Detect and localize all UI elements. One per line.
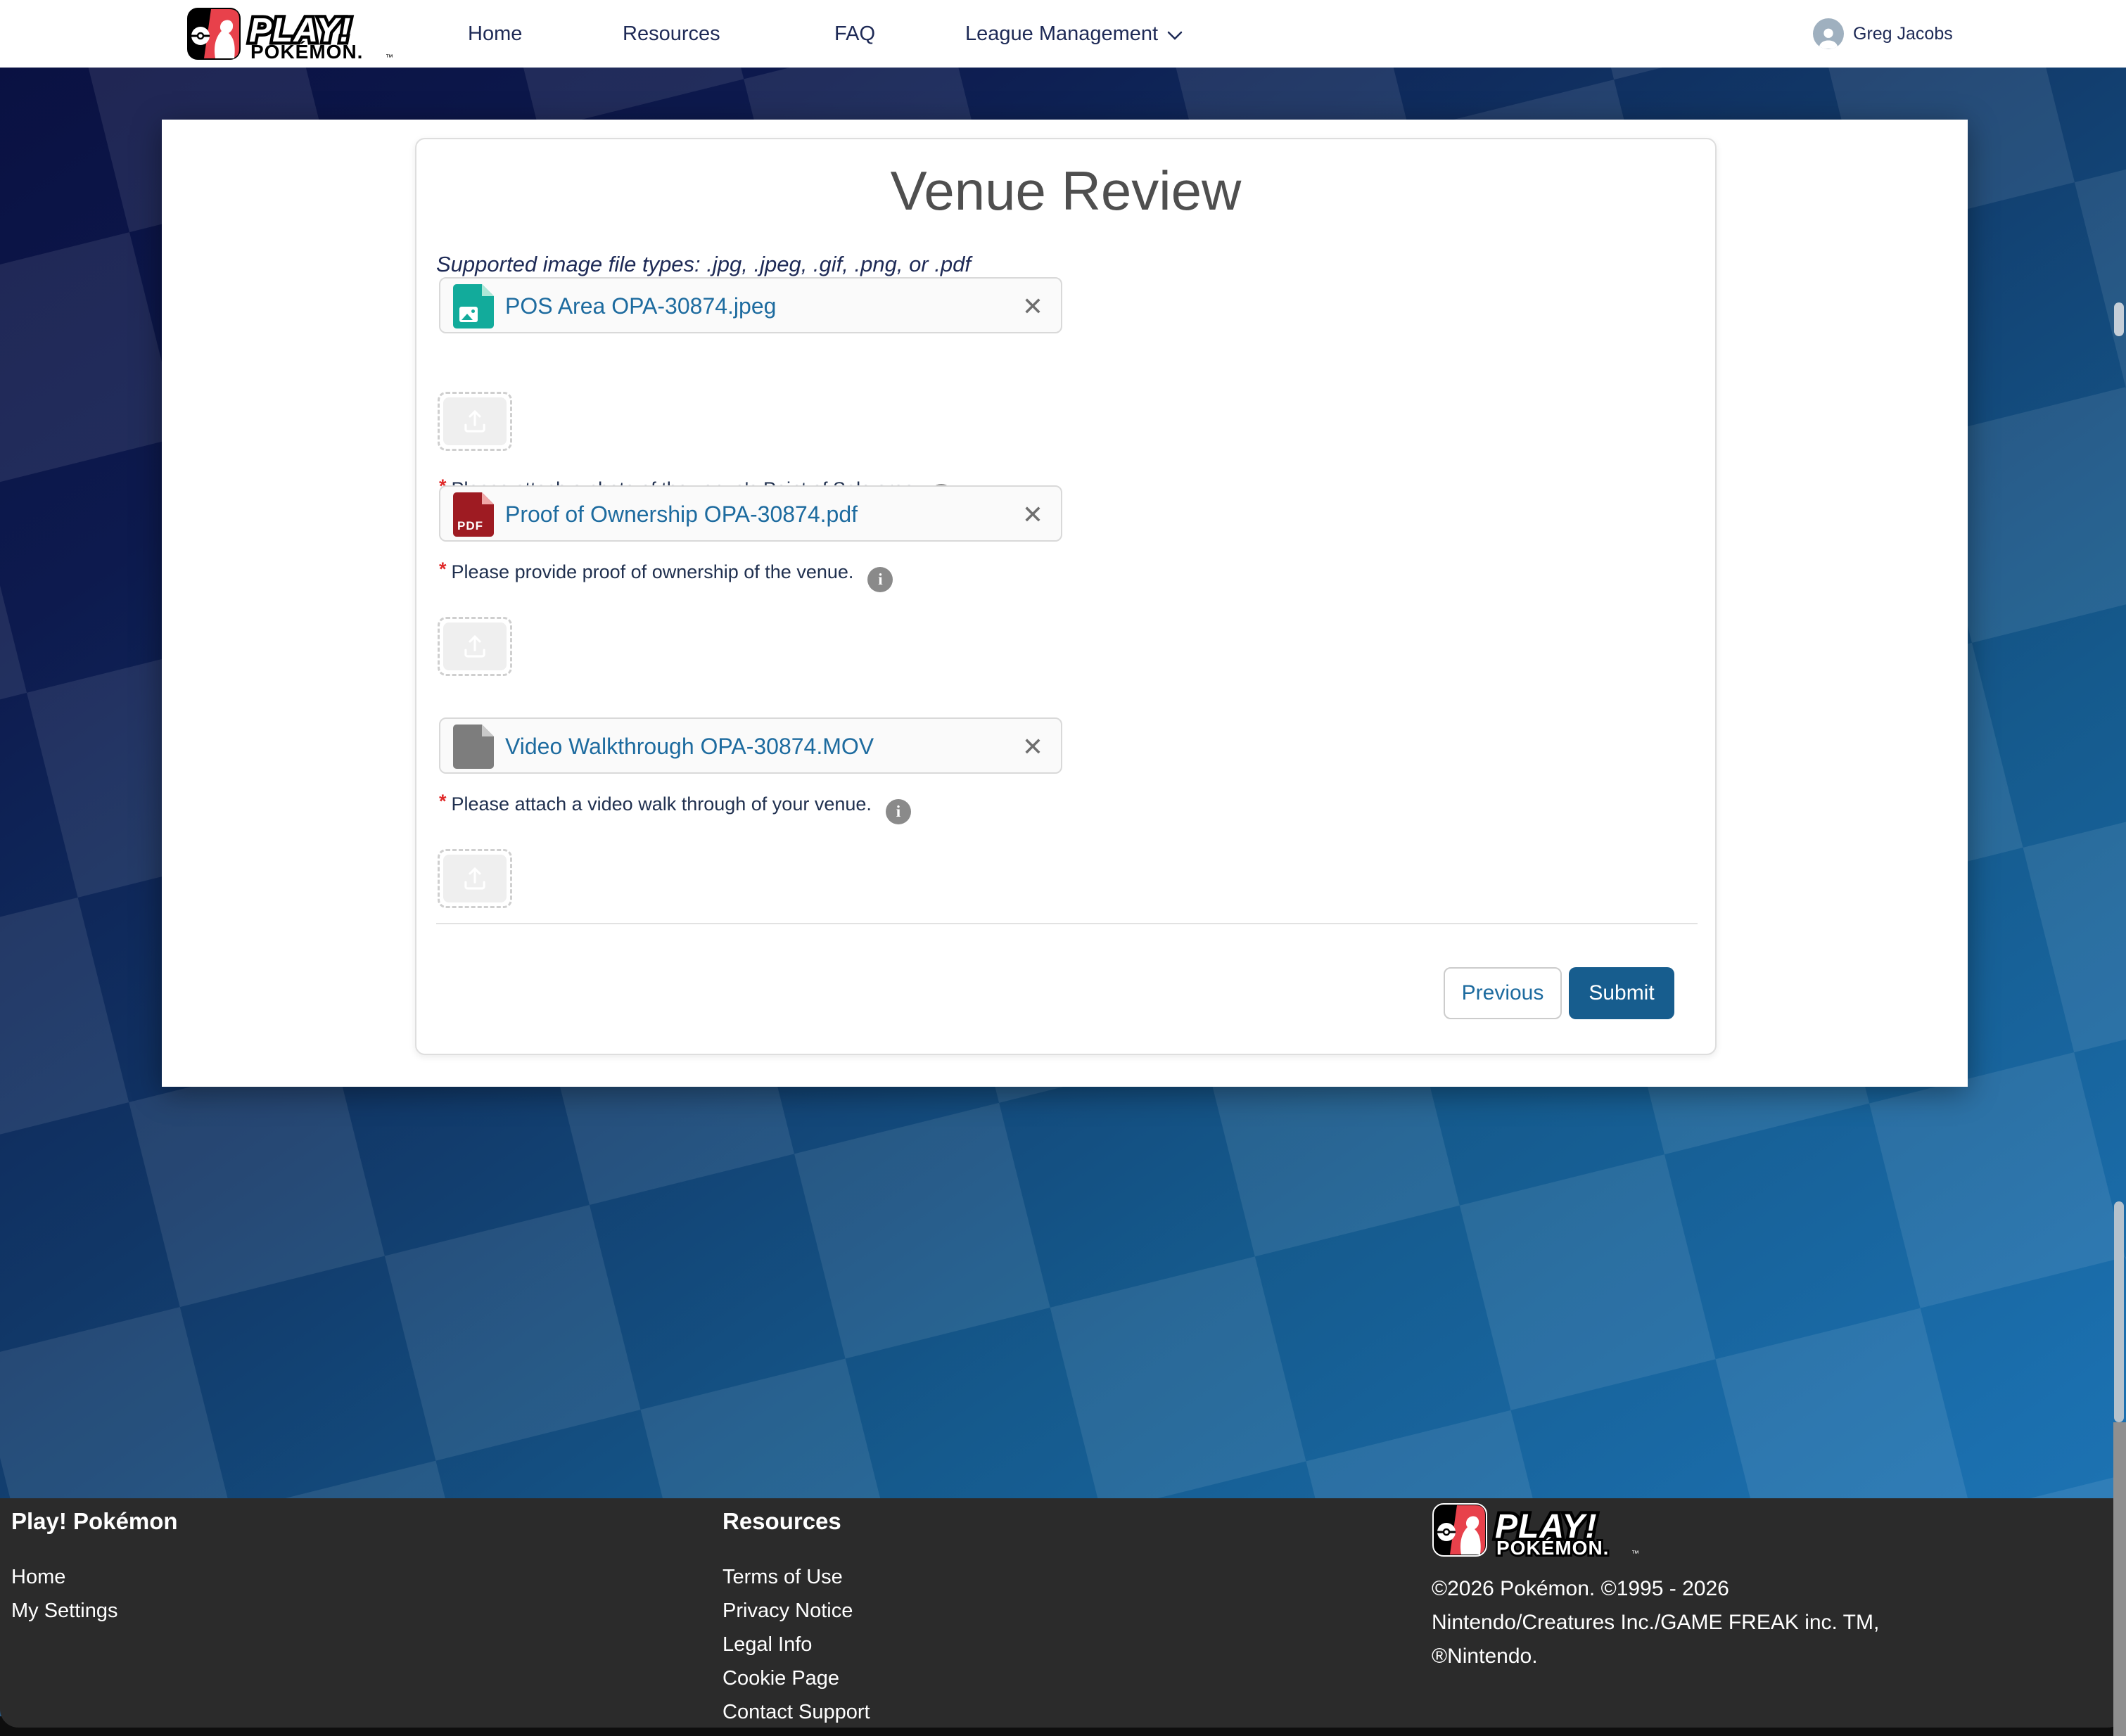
pdf-file-icon: PDF bbox=[453, 492, 494, 537]
field-helper-text: *Please attach a video walk through of y… bbox=[439, 791, 911, 824]
attached-file-row: Video Walkthrough OPA-30874.MOV ✕ bbox=[439, 717, 1062, 774]
close-icon: ✕ bbox=[1022, 292, 1043, 321]
attached-file-link[interactable]: POS Area OPA-30874.jpeg bbox=[505, 279, 776, 335]
top-navigation-bar: PLAY! POKÉMON. ™ Home Resources FAQ Leag… bbox=[0, 0, 2126, 68]
user-avatar-icon bbox=[1813, 18, 1844, 49]
venue-review-page: PLAY! POKÉMON. ™ Home Resources FAQ Leag… bbox=[0, 0, 2126, 1736]
nav-item-league-management-label: League Management bbox=[965, 23, 1158, 45]
chevron-down-icon bbox=[1166, 30, 1183, 41]
user-menu[interactable]: Greg Jacobs bbox=[1813, 0, 1953, 68]
form-divider bbox=[436, 923, 1698, 924]
nav-item-resources[interactable]: Resources bbox=[623, 0, 720, 68]
attached-file-link[interactable]: Proof of Ownership OPA-30874.pdf bbox=[505, 487, 858, 543]
footer-play-pokemon-logo: PLAY! POKÉMON. ™ bbox=[1432, 1502, 1879, 1561]
remove-file-button[interactable]: ✕ bbox=[1016, 719, 1050, 775]
info-icon[interactable]: i bbox=[886, 799, 911, 824]
footer-link-legal-info[interactable]: Legal Info bbox=[723, 1628, 870, 1661]
scrollbar-thumb-lower[interactable] bbox=[2114, 1201, 2124, 1422]
close-icon: ✕ bbox=[1022, 500, 1043, 529]
copyright-line: ®Nintendo. bbox=[1432, 1640, 1879, 1673]
attached-file-link[interactable]: Video Walkthrough OPA-30874.MOV bbox=[505, 719, 874, 775]
required-asterisk: * bbox=[439, 791, 447, 812]
logo-pokemon-text: POKÉMON. bbox=[1496, 1537, 1609, 1557]
info-icon[interactable]: i bbox=[867, 567, 893, 592]
file-upload-dropzone[interactable] bbox=[438, 849, 512, 908]
image-file-icon bbox=[453, 284, 494, 328]
footer-site-heading: Play! Pokémon bbox=[11, 1508, 178, 1535]
previous-button[interactable]: Previous bbox=[1444, 967, 1562, 1019]
copyright-line: Nintendo/Creatures Inc./GAME FREAK inc. … bbox=[1432, 1606, 1879, 1640]
attached-file-row: POS Area OPA-30874.jpeg ✕ bbox=[439, 277, 1062, 333]
footer-site-column: Play! Pokémon Home My Settings bbox=[11, 1498, 178, 1628]
required-asterisk: * bbox=[439, 559, 447, 580]
venue-review-card: Venue Review Supported image file types:… bbox=[415, 138, 1717, 1055]
upload-icon bbox=[460, 632, 490, 661]
footer-resources-heading: Resources bbox=[723, 1508, 870, 1535]
trademark-mark: ™ bbox=[1631, 1550, 1639, 1557]
nav-item-faq[interactable]: FAQ bbox=[834, 0, 875, 68]
close-icon: ✕ bbox=[1022, 732, 1043, 761]
attached-file-row: PDF Proof of Ownership OPA-30874.pdf ✕ bbox=[439, 485, 1062, 542]
footer-link-contact-support[interactable]: Contact Support bbox=[723, 1695, 870, 1729]
upload-icon bbox=[460, 864, 490, 893]
scrollbar-track-bottom[interactable] bbox=[2113, 1422, 2126, 1736]
helper-label: Please attach a video walk through of yo… bbox=[452, 793, 872, 815]
footer-link-cookie-page[interactable]: Cookie Page bbox=[723, 1661, 870, 1695]
footer-link-privacy-notice[interactable]: Privacy Notice bbox=[723, 1594, 870, 1628]
footer: Play! Pokémon Home My Settings Resources… bbox=[0, 1498, 2126, 1728]
footer-legal-column: PLAY! POKÉMON. ™ ©2026 Pokémon. ©1995 - … bbox=[1432, 1498, 1879, 1673]
footer-link-terms-of-use[interactable]: Terms of Use bbox=[723, 1560, 870, 1594]
content-panel: Venue Review Supported image file types:… bbox=[162, 120, 1968, 1087]
submit-button[interactable]: Submit bbox=[1569, 967, 1674, 1019]
supported-file-types-note: Supported image file types: .jpg, .jpeg,… bbox=[436, 252, 971, 277]
copyright-text: ©2026 Pokémon. ©1995 - 2026 Nintendo/Cre… bbox=[1432, 1572, 1879, 1673]
footer-resources-column: Resources Terms of Use Privacy Notice Le… bbox=[723, 1498, 870, 1729]
trademark-mark: ™ bbox=[386, 53, 393, 61]
remove-file-button[interactable]: ✕ bbox=[1016, 279, 1050, 335]
file-upload-dropzone[interactable] bbox=[438, 392, 512, 451]
footer-link-my-settings[interactable]: My Settings bbox=[11, 1594, 178, 1628]
copyright-line: ©2026 Pokémon. ©1995 - 2026 bbox=[1432, 1572, 1879, 1606]
page-title: Venue Review bbox=[416, 159, 1715, 223]
play-pokemon-logo[interactable]: PLAY! POKÉMON. ™ bbox=[186, 6, 394, 65]
file-upload-dropzone[interactable] bbox=[438, 617, 512, 676]
scrollbar-thumb-upper[interactable] bbox=[2114, 302, 2124, 336]
logo-pokemon-text: POKÉMON. bbox=[250, 41, 363, 61]
helper-label: Please provide proof of ownership of the… bbox=[452, 561, 854, 582]
footer-link-home[interactable]: Home bbox=[11, 1560, 178, 1594]
field-helper-text: *Please provide proof of ownership of th… bbox=[439, 559, 893, 592]
upload-icon bbox=[460, 407, 490, 436]
nav-item-league-management[interactable]: League Management bbox=[965, 0, 1183, 68]
nav-item-home[interactable]: Home bbox=[468, 0, 522, 68]
remove-file-button[interactable]: ✕ bbox=[1016, 487, 1050, 543]
generic-file-icon bbox=[453, 725, 494, 769]
user-name: Greg Jacobs bbox=[1853, 24, 1953, 44]
